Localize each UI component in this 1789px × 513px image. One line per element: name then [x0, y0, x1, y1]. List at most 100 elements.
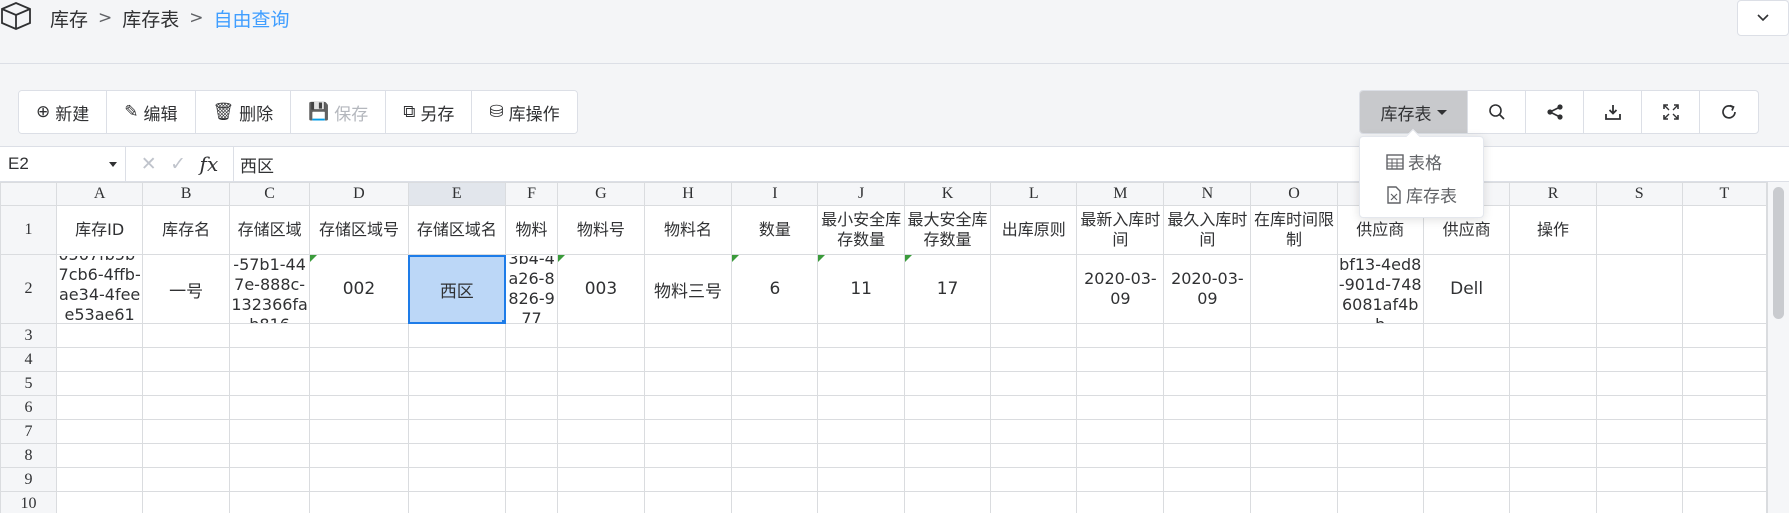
cell[interactable]	[1336, 347, 1424, 372]
cell[interactable]: 出库原则	[990, 205, 1078, 255]
cell[interactable]	[903, 443, 992, 468]
cell[interactable]	[817, 467, 905, 492]
row-header[interactable]: 8	[0, 443, 57, 468]
cell[interactable]	[1250, 491, 1338, 513]
cell[interactable]	[55, 323, 144, 348]
cell[interactable]	[142, 419, 230, 444]
cell[interactable]	[505, 491, 559, 513]
cell[interactable]	[1595, 395, 1683, 420]
cell[interactable]	[1422, 419, 1511, 444]
cell[interactable]	[1163, 443, 1252, 468]
cell-storage-area-number[interactable]: 002	[309, 254, 409, 324]
cell[interactable]	[1422, 395, 1511, 420]
cell-material[interactable]: 3b4-4a26-8826-977	[505, 254, 559, 324]
cell[interactable]: 数量	[731, 205, 819, 255]
row-header[interactable]: 3	[0, 323, 57, 348]
formula-input[interactable]: 西区	[240, 147, 274, 181]
cell[interactable]	[407, 395, 507, 420]
cell[interactable]	[142, 443, 230, 468]
cell[interactable]	[1509, 467, 1597, 492]
column-header[interactable]: M	[1076, 182, 1165, 206]
cell[interactable]	[407, 467, 507, 492]
cell[interactable]	[643, 347, 733, 372]
cell-operation[interactable]	[1509, 254, 1597, 324]
cell[interactable]	[1076, 491, 1165, 513]
cell-inventory-name[interactable]: 一号	[142, 254, 230, 324]
cell[interactable]	[55, 467, 144, 492]
cell-latest-inbound[interactable]: 2020-03-09	[1076, 254, 1165, 324]
cell[interactable]	[1681, 443, 1767, 468]
cell[interactable]	[817, 323, 905, 348]
cell[interactable]	[557, 419, 645, 444]
cell-supplier-id[interactable]: 5a5bc5c0-bf13-4ed8-901d-7486081af4bb	[1336, 254, 1424, 324]
column-header[interactable]: R	[1509, 182, 1597, 206]
cell-quantity[interactable]: 6	[731, 254, 819, 324]
cell-storage-area[interactable]: f6607652-57b1-447e-888c-132366fab816	[228, 254, 311, 324]
menu-item-table[interactable]: 表格	[1360, 145, 1483, 178]
cell[interactable]	[990, 371, 1078, 396]
cell[interactable]: 物料号	[557, 205, 645, 255]
cell[interactable]	[990, 347, 1078, 372]
cell[interactable]	[228, 347, 311, 372]
cell[interactable]	[505, 371, 559, 396]
function-icon[interactable]: fx	[200, 152, 219, 176]
row-header[interactable]: 4	[0, 347, 57, 372]
cell[interactable]	[1509, 395, 1597, 420]
cell[interactable]: 存储区域号	[309, 205, 409, 255]
cell[interactable]	[1509, 371, 1597, 396]
cell[interactable]	[1595, 467, 1683, 492]
cell-inventory-id[interactable]: 0567fb5b-7cb6-4ffb-ae34-4feee53ae61	[55, 254, 144, 324]
row-header[interactable]: 2	[0, 254, 57, 324]
refresh-button[interactable]	[1700, 91, 1758, 133]
cell[interactable]	[1076, 347, 1165, 372]
cell[interactable]	[1681, 205, 1767, 255]
cell[interactable]	[557, 347, 645, 372]
cell[interactable]	[1250, 395, 1338, 420]
cell[interactable]	[1076, 467, 1165, 492]
column-header[interactable]: H	[643, 182, 733, 206]
cell[interactable]	[1163, 491, 1252, 513]
cell[interactable]: 库存名	[142, 205, 230, 255]
cell-name-box[interactable]: E2	[0, 147, 126, 181]
report-dropdown-button[interactable]: 库存表	[1360, 91, 1468, 133]
cell[interactable]: 存储区域名	[407, 205, 507, 255]
cell[interactable]	[55, 419, 144, 444]
cell[interactable]	[407, 371, 507, 396]
column-header[interactable]: T	[1681, 182, 1767, 206]
cell[interactable]	[817, 491, 905, 513]
select-all-corner[interactable]	[0, 182, 57, 206]
row-header[interactable]: 10	[0, 491, 57, 513]
new-button[interactable]: ⊕ 新建	[19, 91, 108, 133]
cell[interactable]: 最久入库时间	[1163, 205, 1252, 255]
column-header[interactable]: F	[505, 182, 559, 206]
cell[interactable]	[228, 443, 311, 468]
cell[interactable]	[1595, 323, 1683, 348]
cell[interactable]	[1163, 395, 1252, 420]
cell[interactable]	[903, 347, 992, 372]
cell[interactable]	[1681, 347, 1767, 372]
cell[interactable]	[505, 443, 559, 468]
cell[interactable]	[407, 347, 507, 372]
cell[interactable]	[1076, 323, 1165, 348]
cancel-icon[interactable]: ✕	[141, 153, 157, 175]
cell[interactable]	[990, 467, 1078, 492]
cell[interactable]	[1250, 419, 1338, 444]
cell[interactable]	[990, 443, 1078, 468]
column-header[interactable]: L	[990, 182, 1078, 206]
cell[interactable]	[142, 371, 230, 396]
cell[interactable]	[731, 347, 819, 372]
cell[interactable]	[1076, 395, 1165, 420]
cell[interactable]: 库存ID	[55, 205, 144, 255]
cell[interactable]: 物料名	[643, 205, 733, 255]
fullscreen-button[interactable]	[1642, 91, 1700, 133]
cell[interactable]	[55, 395, 144, 420]
cell[interactable]	[903, 491, 992, 513]
cell[interactable]	[1163, 347, 1252, 372]
cell[interactable]	[1509, 347, 1597, 372]
cell[interactable]	[1681, 419, 1767, 444]
cell[interactable]	[557, 371, 645, 396]
cell[interactable]	[643, 371, 733, 396]
cell[interactable]	[643, 323, 733, 348]
cell[interactable]	[1509, 443, 1597, 468]
cell[interactable]	[1336, 371, 1424, 396]
